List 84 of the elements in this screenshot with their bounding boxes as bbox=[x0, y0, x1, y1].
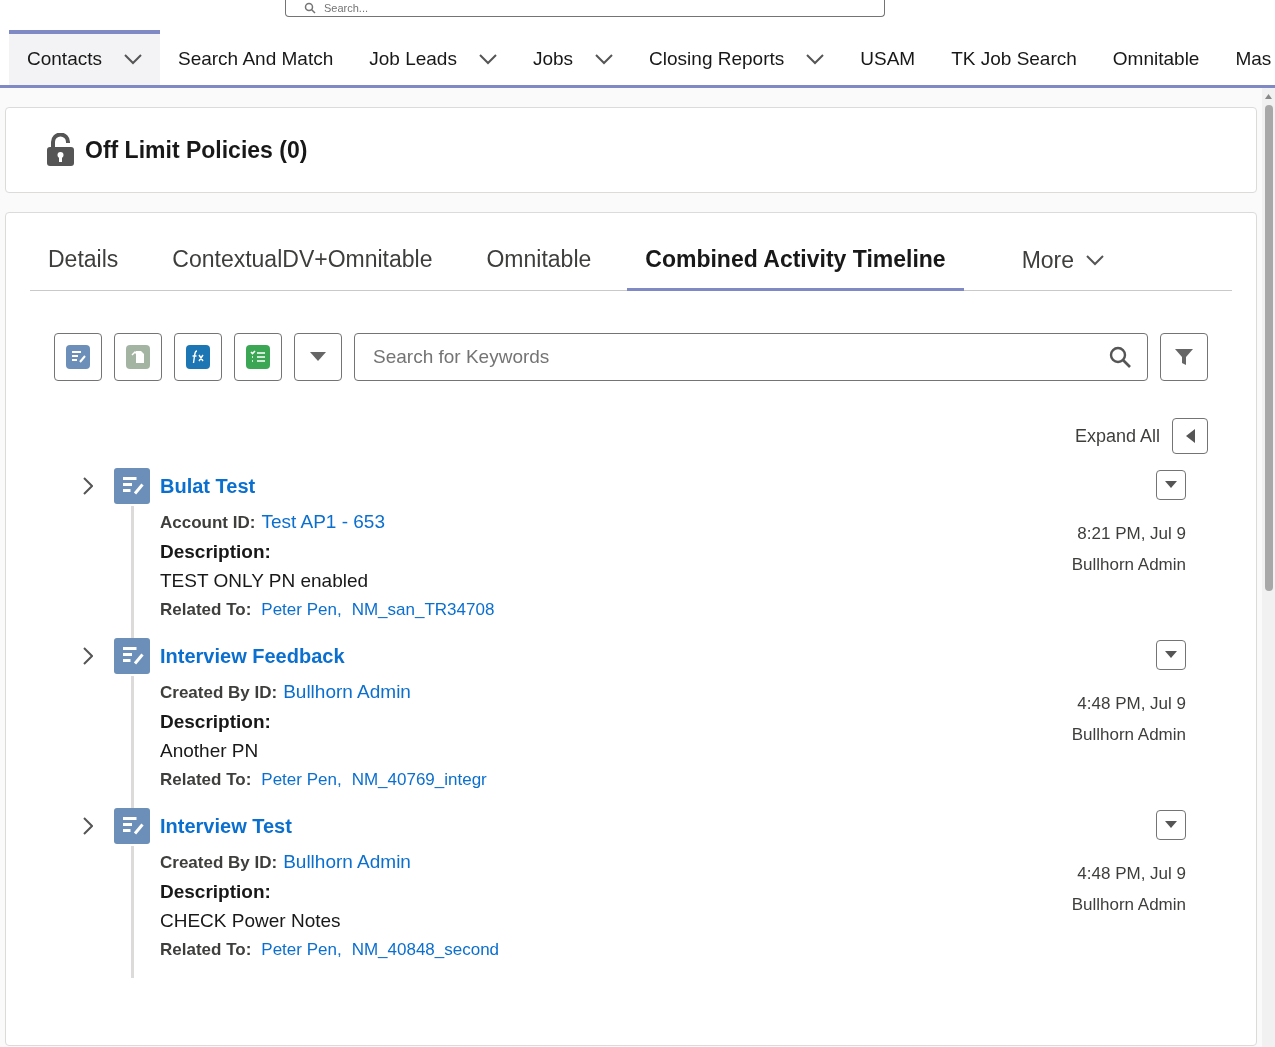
triangle-left-icon bbox=[1185, 429, 1195, 443]
note-icon bbox=[114, 808, 150, 844]
filter-button[interactable] bbox=[1160, 333, 1208, 381]
nav-tab[interactable]: Contacts bbox=[9, 30, 160, 85]
nav-tab[interactable]: USAM bbox=[842, 30, 934, 85]
chevron-down-icon bbox=[478, 54, 497, 65]
more-tab[interactable]: More bbox=[1001, 231, 1125, 290]
record-link[interactable]: Peter Pen, bbox=[261, 598, 342, 621]
formula-button[interactable] bbox=[174, 333, 222, 381]
record-link[interactable]: NM_san_TR34708 bbox=[351, 598, 495, 621]
triangle-down-icon bbox=[1165, 651, 1177, 659]
note-icon bbox=[66, 345, 90, 369]
chevron-right-icon bbox=[83, 477, 93, 495]
search-icon bbox=[1108, 345, 1132, 369]
nav-tab[interactable]: TK Job Search bbox=[933, 30, 1095, 85]
arrow-up-icon bbox=[1265, 94, 1272, 99]
lock-icon bbox=[46, 133, 75, 167]
field-label: Created By ID: bbox=[160, 682, 278, 704]
nav-tab[interactable]: Mas bbox=[1217, 30, 1275, 85]
record-link[interactable]: Bullhorn Admin bbox=[283, 850, 411, 873]
note-icon bbox=[114, 638, 150, 674]
triangle-down-icon bbox=[1165, 821, 1177, 829]
card-title: Off Limit Policies (0) bbox=[85, 135, 308, 165]
activity-owner: Bullhorn Admin bbox=[1071, 723, 1186, 746]
nav-tab[interactable]: Jobs bbox=[514, 30, 632, 85]
activity-owner: Bullhorn Admin bbox=[1071, 893, 1186, 916]
activity-time: 8:21 PM, Jul 9 bbox=[1077, 523, 1186, 545]
description-label: Description: bbox=[160, 710, 271, 733]
record-tab[interactable]: Combined Activity Timeline bbox=[627, 231, 964, 291]
triangle-down-icon bbox=[1165, 481, 1177, 489]
row-actions-button[interactable] bbox=[1156, 470, 1186, 500]
nav-tab[interactable]: Omnitable bbox=[1094, 30, 1218, 85]
record-tab[interactable]: ContextualDV+Omnitable bbox=[154, 231, 451, 291]
dropdown-button[interactable] bbox=[294, 333, 342, 381]
search-icon bbox=[304, 2, 316, 14]
activity-title-link[interactable]: Bulat Test bbox=[160, 468, 256, 504]
expand-all-link[interactable]: Expand All bbox=[1074, 422, 1160, 450]
document-icon bbox=[126, 345, 150, 369]
chevron-right-icon bbox=[83, 647, 93, 665]
nav-tab[interactable]: Search And Match bbox=[160, 30, 352, 85]
formula-icon bbox=[186, 345, 210, 369]
filter-icon bbox=[1174, 347, 1194, 367]
scrollbar[interactable] bbox=[1262, 88, 1275, 1047]
activity-time: 4:48 PM, Jul 9 bbox=[1077, 693, 1186, 715]
search-field[interactable]: Search... bbox=[285, 0, 885, 17]
description-text: CHECK Power Notes bbox=[160, 909, 341, 932]
row-actions-button[interactable] bbox=[1156, 640, 1186, 670]
description-label: Description: bbox=[160, 880, 271, 903]
description-text: TEST ONLY PN enabled bbox=[160, 569, 369, 592]
task-button[interactable] bbox=[234, 333, 282, 381]
nav-tab[interactable]: Job Leads bbox=[351, 30, 515, 85]
record-link[interactable]: Test AP1 - 653 bbox=[261, 510, 385, 533]
field-label: Related To: bbox=[160, 769, 252, 791]
attachment-button[interactable] bbox=[114, 333, 162, 381]
record-tab[interactable]: Details bbox=[30, 231, 137, 291]
field-label: Account ID: bbox=[160, 512, 256, 534]
keyword-search-field[interactable]: Search for Keywords bbox=[354, 333, 1148, 381]
field-label: Related To: bbox=[160, 599, 252, 621]
triangle-down-icon bbox=[310, 352, 326, 362]
activity-owner: Bullhorn Admin bbox=[1071, 553, 1186, 576]
chevron-down-icon bbox=[806, 54, 825, 65]
activity-title-link[interactable]: Interview Test bbox=[160, 808, 292, 844]
record-link[interactable]: Bullhorn Admin bbox=[283, 680, 411, 703]
activity-time: 4:48 PM, Jul 9 bbox=[1077, 863, 1186, 885]
activity-title-link[interactable]: Interview Feedback bbox=[160, 638, 345, 674]
description-text: Another PN bbox=[160, 739, 259, 762]
checklist-icon bbox=[246, 345, 270, 369]
chevron-right-icon bbox=[83, 817, 93, 835]
note-button[interactable] bbox=[54, 333, 102, 381]
chevron-down-icon bbox=[124, 54, 142, 65]
field-label: Created By ID: bbox=[160, 852, 278, 874]
record-link[interactable]: NM_40769_integr bbox=[351, 768, 487, 791]
note-icon bbox=[114, 468, 150, 504]
chevron-down-icon bbox=[595, 54, 614, 65]
field-label: Related To: bbox=[160, 939, 252, 961]
description-label: Description: bbox=[160, 540, 271, 563]
record-link[interactable]: NM_40848_second bbox=[351, 938, 500, 961]
nav-tab[interactable]: Closing Reports bbox=[631, 30, 843, 85]
chevron-down-icon bbox=[1086, 255, 1105, 266]
row-actions-button[interactable] bbox=[1156, 810, 1186, 840]
collapse-button[interactable] bbox=[1172, 418, 1208, 454]
record-link[interactable]: Peter Pen, bbox=[261, 938, 342, 961]
record-link[interactable]: Peter Pen, bbox=[261, 768, 342, 791]
record-tab[interactable]: Omnitable bbox=[468, 231, 610, 291]
